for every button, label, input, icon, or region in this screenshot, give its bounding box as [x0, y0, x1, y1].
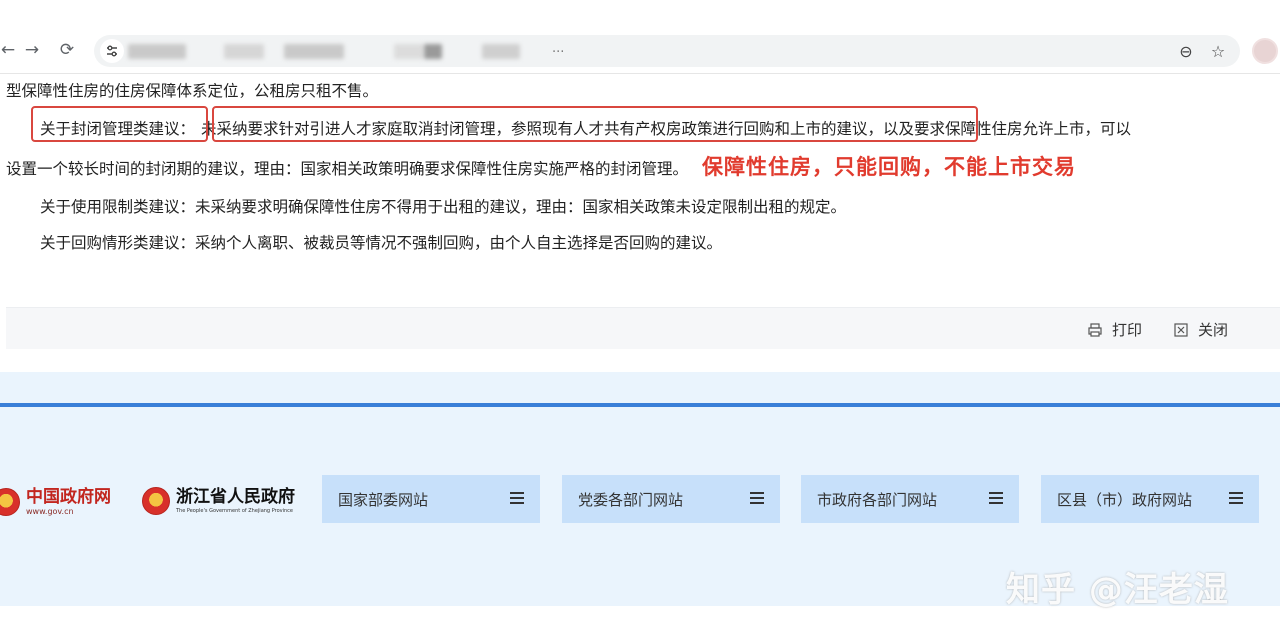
article-line: 型保障性住房的住房保障体系定位，公租房只租不售。 — [6, 82, 379, 100]
portal-label: 区县（市）政府网站 — [1057, 491, 1193, 509]
close-button[interactable]: 关闭 — [1174, 319, 1228, 340]
menu-icon — [1229, 492, 1243, 504]
browser-chrome: ← → ⟳ ... ⊖ ☆ — [0, 0, 1280, 74]
print-label: 打印 — [1112, 321, 1143, 339]
print-icon — [1088, 322, 1102, 337]
paragraph-line: 设置一个较长时间的封闭期的建议，理由：国家相关政策明确要求保障性住房实施严格的封… — [6, 148, 1076, 188]
close-icon — [1174, 322, 1188, 337]
bookmark-star-icon[interactable]: ☆ — [1208, 41, 1228, 61]
portal-label: 国家部委网站 — [338, 491, 429, 509]
url-ellipsis: ... — [552, 41, 565, 56]
back-icon[interactable]: ← — [0, 38, 20, 62]
forward-icon[interactable]: → — [20, 38, 44, 62]
portal-city-departments[interactable]: 市政府各部门网站 — [801, 475, 1019, 523]
logo-title: 中国政府网 — [26, 487, 111, 507]
url-redacted — [128, 44, 186, 59]
menu-icon — [750, 492, 764, 504]
print-button[interactable]: 打印 — [1088, 319, 1142, 340]
gov-cn-logo[interactable]: 中国政府网 www.gov.cn — [0, 487, 111, 517]
url-redacted — [482, 44, 520, 59]
url-redacted — [394, 44, 424, 59]
portal-district-governments[interactable]: 区县（市）政府网站 — [1041, 475, 1259, 523]
footer-accent-bar — [0, 403, 1280, 407]
highlight-box-label — [31, 106, 208, 142]
reload-icon[interactable]: ⟳ — [55, 38, 79, 62]
close-label: 关闭 — [1198, 321, 1229, 339]
portal-party-departments[interactable]: 党委各部门网站 — [562, 475, 780, 523]
menu-icon — [989, 492, 1003, 504]
zhihu-watermark: 知乎 @汪老湿 — [1006, 570, 1229, 610]
national-emblem-icon — [0, 488, 20, 516]
logo-subtitle: www.gov.cn — [26, 507, 74, 516]
highlight-box-text — [212, 106, 978, 142]
annotation-text: 保障性住房，只能回购，不能上市交易 — [702, 155, 1077, 179]
zhejiang-gov-logo[interactable]: 浙江省人民政府 The People's Government of Zheji… — [142, 487, 295, 515]
article-toolbar: 打印 关闭 — [6, 307, 1280, 349]
portal-ministries[interactable]: 国家部委网站 — [322, 475, 540, 523]
logo-title: 浙江省人民政府 — [176, 487, 295, 507]
logo-subtitle: The People's Government of Zhejiang Prov… — [176, 508, 293, 514]
portal-label: 市政府各部门网站 — [817, 491, 938, 509]
paragraph-usage-restriction: 关于使用限制类建议：未采纳要求明确保障性住房不得用于出租的建议，理由：国家相关政… — [40, 198, 847, 216]
url-redacted — [224, 44, 264, 59]
menu-icon — [510, 492, 524, 504]
paragraph-text: 设置一个较长时间的封闭期的建议，理由：国家相关政策明确要求保障性住房实施严格的封… — [6, 160, 689, 178]
site-info-icon[interactable] — [100, 39, 124, 63]
paragraph-buyback: 关于回购情形类建议：采纳个人离职、被裁员等情况不强制回购，由个人自主选择是否回购… — [40, 234, 723, 252]
url-redacted — [424, 44, 442, 59]
national-emblem-icon — [142, 487, 170, 515]
url-redacted — [284, 44, 344, 59]
profile-avatar[interactable] — [1252, 38, 1278, 64]
zoom-icon[interactable]: ⊖ — [1176, 41, 1196, 61]
portal-label: 党委各部门网站 — [578, 491, 684, 509]
address-bar[interactable]: ... ⊖ ☆ — [94, 35, 1240, 67]
